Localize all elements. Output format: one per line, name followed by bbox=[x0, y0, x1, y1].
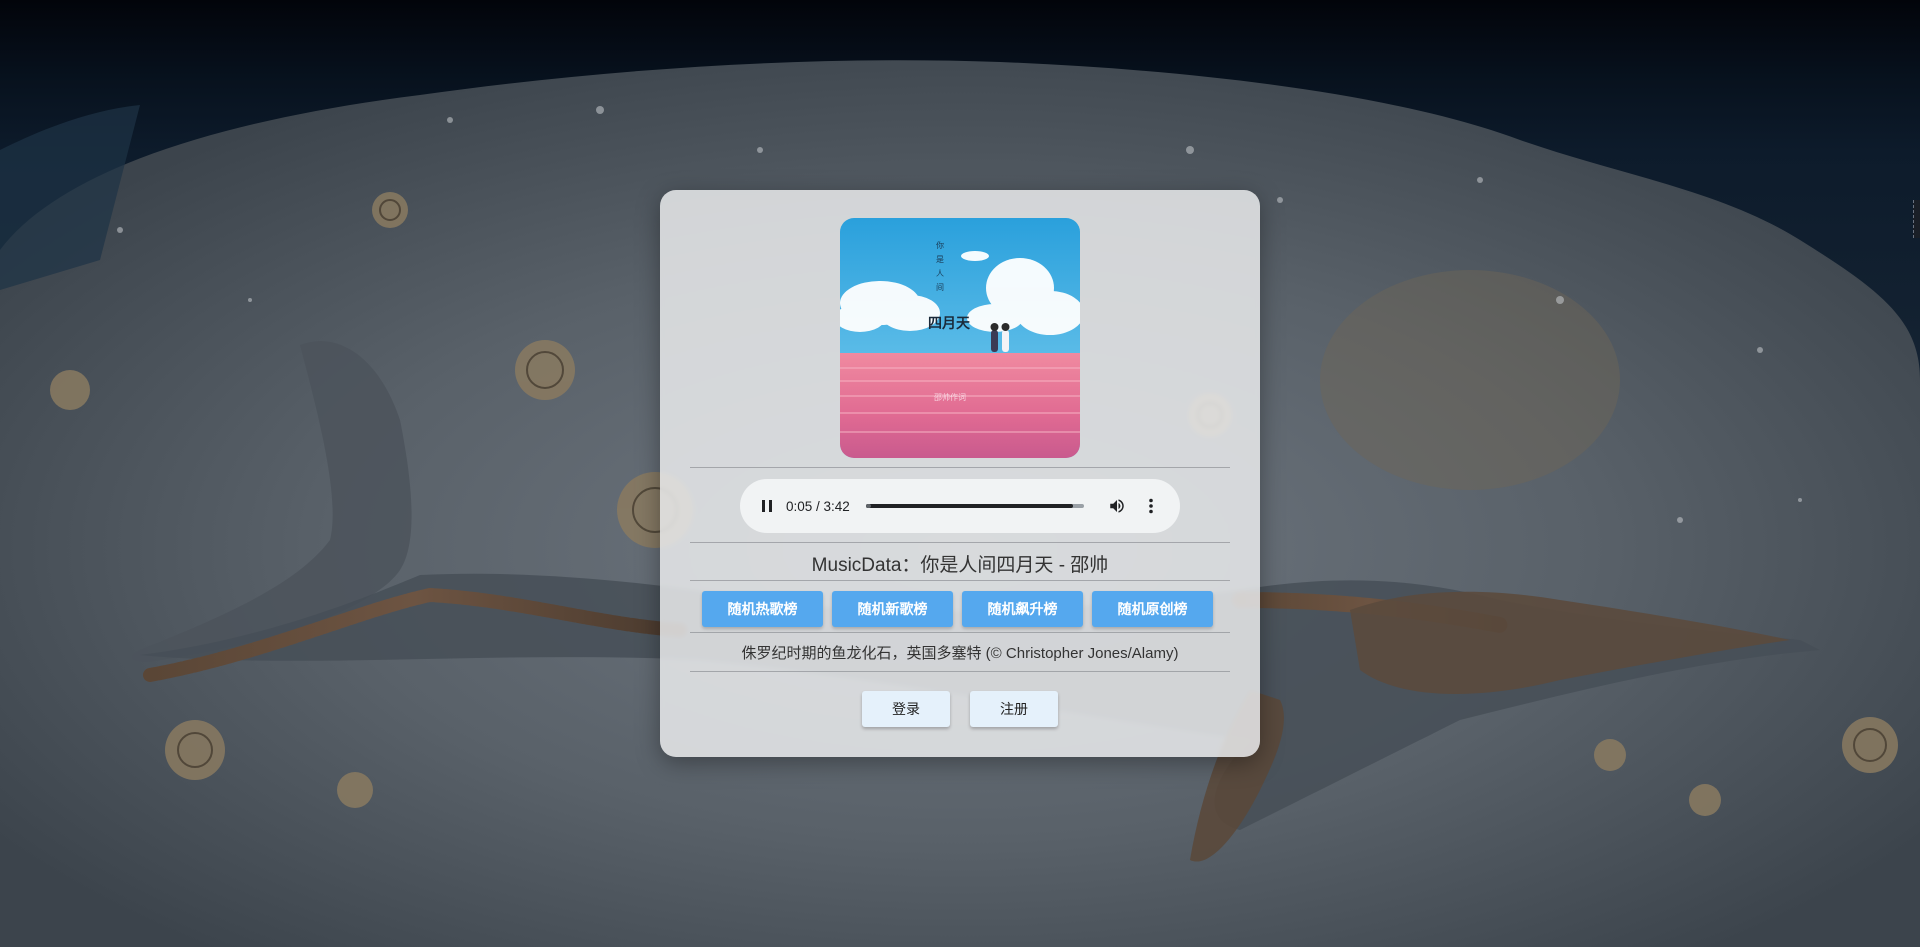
seek-bar[interactable] bbox=[865, 504, 1084, 508]
background-caption: 侏罗纪时期的鱼龙化石，英国多塞特 (© Christopher Jones/Al… bbox=[741, 645, 1179, 662]
divider-line bbox=[690, 580, 1230, 581]
seek-played bbox=[865, 504, 871, 508]
time-display: 0:05 / 3:42 bbox=[786, 498, 850, 514]
album-cover-art: 你 是 人 间 四月天 邵帅作词 bbox=[840, 218, 1080, 458]
random-chart-buttons: 随机热歌榜 随机新歌榜 随机飙升榜 随机原创榜 bbox=[702, 591, 1222, 627]
divider-line bbox=[690, 542, 1230, 543]
album-cover: 你 是 人 间 四月天 邵帅作词 bbox=[840, 218, 1080, 458]
seek-buffered bbox=[865, 504, 1074, 508]
svg-text:邵帅作词: 邵帅作词 bbox=[934, 392, 966, 402]
side-edge-marker bbox=[1913, 200, 1920, 238]
music-card: 你 是 人 间 四月天 邵帅作词 0:05 / 3:42 MusicData：你… bbox=[660, 190, 1260, 757]
login-button[interactable]: 登录 bbox=[862, 691, 950, 727]
random-hot-songs-button[interactable]: 随机热歌榜 bbox=[702, 591, 823, 627]
random-original-songs-button[interactable]: 随机原创榜 bbox=[1092, 591, 1213, 627]
svg-text:人: 人 bbox=[936, 269, 944, 278]
divider-line bbox=[690, 632, 1230, 633]
auth-buttons: 登录 注册 bbox=[862, 691, 1062, 727]
volume-icon[interactable] bbox=[1106, 495, 1128, 517]
audio-player[interactable]: 0:05 / 3:42 bbox=[740, 479, 1180, 533]
random-new-songs-button[interactable]: 随机新歌榜 bbox=[832, 591, 953, 627]
svg-text:你: 你 bbox=[936, 240, 944, 250]
divider-line bbox=[690, 671, 1230, 672]
svg-text:四月天: 四月天 bbox=[928, 316, 971, 332]
svg-text:间: 间 bbox=[936, 283, 944, 292]
svg-text:是: 是 bbox=[936, 255, 944, 264]
song-title: MusicData：你是人间四月天 - 邵帅 bbox=[811, 555, 1109, 576]
random-rising-songs-button[interactable]: 随机飙升榜 bbox=[962, 591, 1083, 627]
pause-icon[interactable] bbox=[756, 495, 778, 517]
more-vertical-icon[interactable] bbox=[1140, 495, 1162, 517]
divider-line bbox=[690, 467, 1230, 468]
register-button[interactable]: 注册 bbox=[970, 691, 1058, 727]
